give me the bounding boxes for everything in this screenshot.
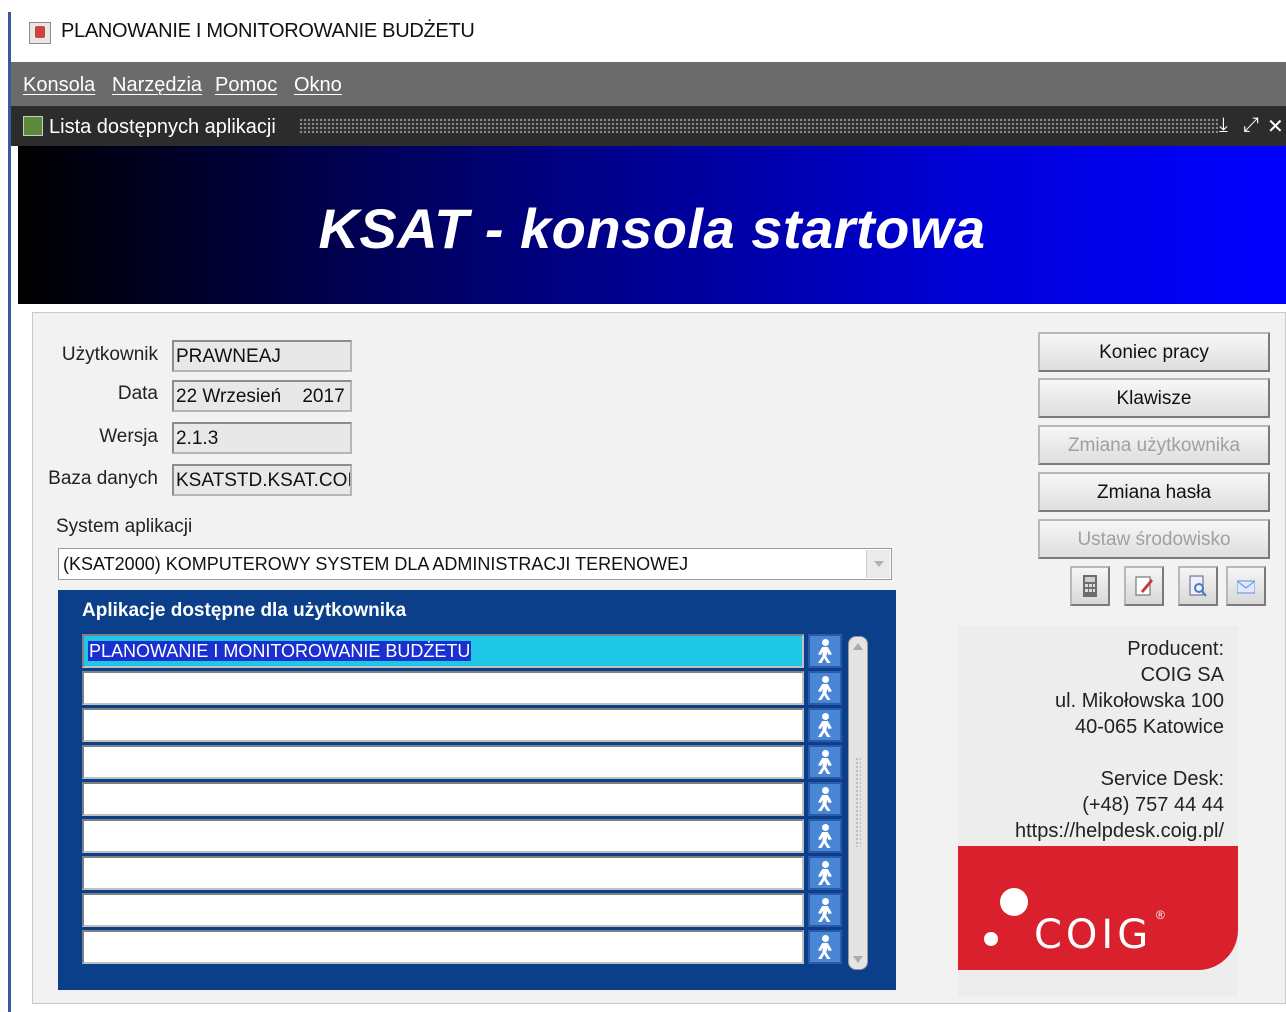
app-row[interactable] bbox=[82, 893, 804, 927]
app-row[interactable] bbox=[82, 708, 804, 742]
user-field: PRAWNEAJ bbox=[172, 340, 352, 372]
version-field: 2.1.3 bbox=[172, 422, 352, 454]
app-row[interactable] bbox=[82, 671, 804, 705]
logo-dot-small bbox=[984, 932, 998, 946]
producer-name: COIG SA bbox=[1140, 664, 1224, 686]
title-bar: PLANOWANIE I MONITOROWANIE BUDŻETU bbox=[11, 0, 1286, 62]
producer-street: ul. Mikołowska 100 bbox=[1055, 690, 1224, 712]
keys-button[interactable]: Klawisze bbox=[1038, 378, 1270, 418]
document-search-button[interactable] bbox=[1178, 566, 1218, 606]
run-icon[interactable] bbox=[808, 708, 842, 742]
change-password-button[interactable]: Zmiana hasła bbox=[1038, 472, 1270, 512]
run-icon[interactable] bbox=[808, 856, 842, 890]
scroll-up-icon[interactable] bbox=[853, 643, 863, 650]
window-left-edge bbox=[8, 12, 11, 1012]
database-label: Baza danych bbox=[48, 468, 158, 489]
mail-icon bbox=[1237, 580, 1255, 594]
service-desk-label: Service Desk: bbox=[1100, 768, 1224, 790]
apps-title: Aplikacje dostępne dla użytkownika bbox=[82, 600, 407, 621]
menu-pomoc[interactable]: Pomoc bbox=[215, 74, 277, 97]
run-icon[interactable] bbox=[808, 819, 842, 853]
apps-scrollbar[interactable] bbox=[848, 636, 868, 970]
inner-window-title: Lista dostępnych aplikacji bbox=[49, 116, 276, 138]
menu-okno[interactable]: Okno bbox=[294, 74, 342, 97]
version-label: Wersja bbox=[99, 426, 158, 447]
app-row[interactable] bbox=[82, 745, 804, 779]
window-title: PLANOWANIE I MONITOROWANIE BUDŻETU bbox=[61, 20, 475, 42]
calculator-button[interactable] bbox=[1070, 566, 1110, 606]
menu-konsola[interactable]: Konsola bbox=[23, 74, 95, 97]
java-app-icon bbox=[29, 22, 51, 44]
logo-registered-mark: ® bbox=[1156, 908, 1165, 922]
scroll-down-icon[interactable] bbox=[853, 956, 863, 963]
app-row[interactable]: PLANOWANIE I MONITOROWANIE BUDŻETU bbox=[82, 634, 804, 668]
edit-button[interactable] bbox=[1124, 566, 1164, 606]
menu-narzedzia[interactable]: Narzędzia bbox=[112, 74, 202, 97]
app-row[interactable] bbox=[82, 856, 804, 890]
service-desk-phone: (+48) 757 44 44 bbox=[1082, 794, 1224, 816]
database-field: KSATSTD.KSAT.COIG bbox=[172, 464, 352, 496]
window-app-icon bbox=[23, 116, 43, 136]
maximize-icon[interactable]: ⤢ bbox=[1243, 114, 1259, 137]
apps-panel: Aplikacje dostępne dla użytkownika PLANO… bbox=[58, 590, 896, 990]
coig-logo: COIG ® bbox=[958, 846, 1238, 970]
chevron-down-icon[interactable] bbox=[866, 550, 890, 578]
producer-city: 40-065 Katowice bbox=[1075, 716, 1224, 738]
run-icon[interactable] bbox=[808, 634, 842, 668]
app-row[interactable] bbox=[82, 819, 804, 853]
app-row[interactable] bbox=[82, 930, 804, 964]
banner-title: KSAT - konsola startowa bbox=[318, 197, 986, 260]
system-select[interactable]: (KSAT2000) KOMPUTEROWY SYSTEM DLA ADMINI… bbox=[58, 548, 892, 580]
run-icon[interactable] bbox=[808, 671, 842, 705]
service-desk-url[interactable]: https://helpdesk.coig.pl/ bbox=[1015, 820, 1224, 843]
edit-icon bbox=[1135, 576, 1153, 596]
date-field: 22 Wrzesień 2017 bbox=[172, 380, 352, 412]
run-icon[interactable] bbox=[808, 782, 842, 816]
run-icon[interactable] bbox=[808, 745, 842, 779]
set-environment-button[interactable]: Ustaw środowisko bbox=[1038, 519, 1270, 559]
header-banner: KSAT - konsola startowa bbox=[18, 146, 1286, 304]
menu-bar: Konsola Narzędzia Pomoc Okno bbox=[11, 62, 1286, 106]
run-icon[interactable] bbox=[808, 893, 842, 927]
app-row[interactable] bbox=[82, 782, 804, 816]
minimize-icon[interactable]: ⤓ bbox=[1219, 114, 1228, 137]
logo-text: COIG bbox=[1034, 912, 1153, 958]
document-search-icon bbox=[1189, 575, 1207, 597]
mail-button[interactable] bbox=[1226, 566, 1266, 606]
date-label: Data bbox=[117, 383, 158, 404]
system-select-value: (KSAT2000) KOMPUTEROWY SYSTEM DLA ADMINI… bbox=[63, 554, 689, 574]
user-label: Użytkownik bbox=[61, 344, 158, 365]
scroll-grip[interactable] bbox=[855, 757, 861, 847]
run-icon[interactable] bbox=[808, 930, 842, 964]
change-user-button[interactable]: Zmiana użytkownika bbox=[1038, 425, 1270, 465]
calculator-icon bbox=[1083, 575, 1097, 597]
end-work-button[interactable]: Koniec pracy bbox=[1038, 332, 1270, 372]
close-icon[interactable]: ✕ bbox=[1267, 114, 1284, 139]
titlebar-texture bbox=[299, 118, 1219, 134]
logo-dot-large bbox=[1000, 888, 1028, 916]
system-label: System aplikacji bbox=[56, 516, 193, 537]
producer-label: Producent: bbox=[1127, 638, 1224, 660]
inner-window-titlebar: Lista dostępnych aplikacji ⤓ ⤢ ✕ bbox=[11, 106, 1286, 146]
